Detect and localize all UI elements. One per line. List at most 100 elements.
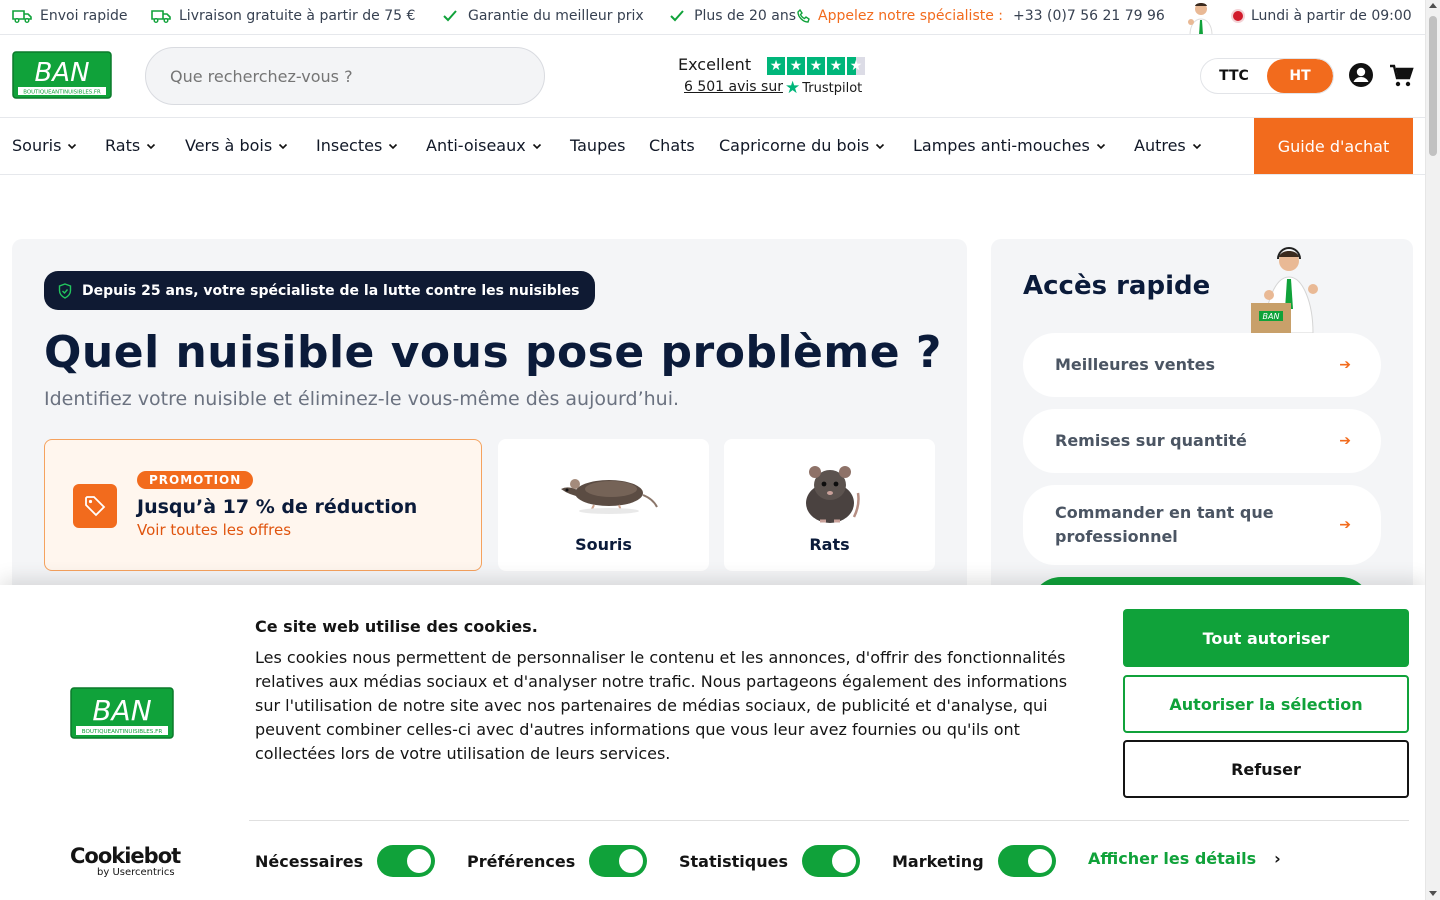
nav-item-label: Vers à bois <box>185 136 273 155</box>
check-icon <box>668 8 686 24</box>
price-toggle-ttc[interactable]: TTC <box>1201 59 1267 93</box>
nav-item-capricorne[interactable]: Capricorne du bois <box>719 136 885 155</box>
all-offers-link[interactable]: Voir toutes les offres <box>137 521 291 539</box>
quick-access-panel: Accès rapide BAN Meilleures ventes ➔ Rem… <box>991 239 1413 637</box>
mouse-image <box>560 479 658 514</box>
phone-icon <box>796 8 812 24</box>
topbar-label: Plus de 20 ans <box>694 8 796 24</box>
account-icon[interactable] <box>1348 62 1374 88</box>
nav-item-label: Anti-oiseaux <box>426 136 526 155</box>
arrow-right-icon: ➔ <box>1339 517 1351 533</box>
svg-text:BAN: BAN <box>1263 312 1280 321</box>
cookiebot-subtitle: by Usercentrics <box>97 867 175 878</box>
promotion-card[interactable]: PROMOTION Jusqu’à 17 % de réduction Voir… <box>44 439 482 571</box>
nav-item-label: Rats <box>105 136 141 155</box>
show-details-link[interactable]: Afficher les détails › <box>1088 849 1281 868</box>
quick-best-sellers[interactable]: Meilleures ventes ➔ <box>1023 333 1381 397</box>
trustpilot-stars: ★ ★ ★ ★ ★ <box>767 57 865 75</box>
nav-item-lampes[interactable]: Lampes anti-mouches <box>913 136 1106 155</box>
quick-order-professional[interactable]: Commander en tant que professionnel ➔ <box>1023 485 1381 565</box>
quick-button-label: Meilleures ventes <box>1055 355 1215 374</box>
scroll-up-icon[interactable] <box>1429 3 1437 8</box>
arrow-right-icon: ➔ <box>1339 433 1351 449</box>
consent-toggle-statistics[interactable] <box>801 845 860 877</box>
chevron-down-icon <box>279 143 288 149</box>
pest-card-souris[interactable]: Souris <box>498 439 709 571</box>
badge-text: Depuis 25 ans, votre spécialiste de la l… <box>82 282 580 299</box>
chevron-down-icon <box>1192 143 1201 149</box>
phone-number[interactable]: +33 (0)7 56 21 79 96 <box>1013 8 1165 24</box>
nav-item-anti-oiseaux[interactable]: Anti-oiseaux <box>426 136 542 155</box>
buying-guide-button[interactable]: Guide d'achat <box>1254 118 1413 174</box>
allow-selection-button[interactable]: Autoriser la sélection <box>1123 675 1409 733</box>
pest-name: Souris <box>575 535 632 554</box>
topbar-hours: Lundi à partir de 09:00 <box>1233 8 1412 24</box>
chevron-down-icon <box>68 143 77 149</box>
check-icon <box>440 8 460 24</box>
trustpilot-rating-label: Excellent <box>678 55 752 74</box>
hero-title: Quel nuisible vous pose problème ? <box>44 327 942 378</box>
consent-toggle-marketing[interactable] <box>997 845 1056 877</box>
hero-subtitle: Identifiez votre nuisible et éliminez-le… <box>44 388 680 410</box>
trustpilot-reviews-link[interactable]: 6 501 avis sur <box>684 79 783 95</box>
consent-marketing: Marketing <box>892 845 1056 877</box>
quick-access-title: Accès rapide <box>1023 271 1211 301</box>
quick-button-label: Remises sur quantité <box>1055 431 1247 450</box>
scrollbar-thumb[interactable] <box>1429 16 1437 156</box>
consent-label: Marketing <box>892 851 984 871</box>
nav-item-rats[interactable]: Rats <box>105 136 156 155</box>
site-header: BAN BOUTIQUEANTINUISIBLES.FR Excellent ★… <box>0 35 1425 118</box>
refuse-button[interactable]: Refuser <box>1123 740 1409 798</box>
cookie-title: Ce site web utilise des cookies. <box>255 617 538 636</box>
nav-item-vers-a-bois[interactable]: Vers à bois <box>185 136 288 155</box>
nav-item-label: Taupes <box>570 136 626 155</box>
specialist-avatar <box>1182 0 1220 34</box>
cookie-divider <box>249 820 1409 821</box>
nav-item-label: Chats <box>649 136 695 155</box>
allow-all-button[interactable]: Tout autoriser <box>1123 609 1409 667</box>
nav-item-insectes[interactable]: Insectes <box>316 136 398 155</box>
chevron-down-icon <box>876 143 885 149</box>
cookiebot-wordmark: Cookiebot <box>70 844 181 868</box>
topbar-label: Envoi rapide <box>40 8 128 24</box>
pest-card-rats[interactable]: Rats <box>724 439 935 571</box>
nav-item-label: Souris <box>12 136 62 155</box>
show-details-label: Afficher les détails <box>1088 849 1257 868</box>
consent-toggle-preferences[interactable] <box>589 845 648 877</box>
cookie-ban-logo: BAN BOUTIQUEANTINUISIBLES.FR <box>70 687 174 739</box>
chevron-down-icon <box>1096 143 1105 149</box>
scroll-down-icon[interactable] <box>1429 891 1437 896</box>
ban-logo[interactable]: BAN BOUTIQUEANTINUISIBLES.FR <box>12 51 112 99</box>
svg-text:BAN: BAN <box>34 58 89 88</box>
search-input[interactable] <box>145 47 545 105</box>
topbar-item-years: Plus de 20 ans <box>668 8 796 24</box>
svg-text:BAN: BAN <box>92 694 151 727</box>
price-toggle-ht[interactable]: HT <box>1267 59 1333 93</box>
page-scrollbar[interactable] <box>1425 0 1440 900</box>
svg-text:BOUTIQUEANTINUISIBLES.FR: BOUTIQUEANTINUISIBLES.FR <box>82 729 163 735</box>
chevron-right-icon: › <box>1274 849 1281 868</box>
star-icon: ★ <box>807 57 825 75</box>
top-info-bar: Envoi rapide Livraison gratuite à partir… <box>0 0 1425 35</box>
consent-toggle-necessary[interactable] <box>377 845 436 877</box>
cart-icon[interactable] <box>1388 63 1414 89</box>
quick-quantity-discounts[interactable]: Remises sur quantité ➔ <box>1023 409 1381 473</box>
nav-item-chats[interactable]: Chats <box>649 136 695 155</box>
chevron-down-icon <box>389 143 398 149</box>
topbar-item-fast-shipping: Envoi rapide <box>12 8 128 24</box>
consent-label: Préférences <box>467 851 576 871</box>
chevron-down-icon <box>532 143 541 149</box>
topbar-item-free-delivery: Livraison gratuite à partir de 75 € <box>151 8 415 24</box>
trustpilot-widget[interactable]: Excellent ★ ★ ★ ★ ★ 6 501 avis sur ★ Trus… <box>678 55 868 99</box>
svg-text:BOUTIQUEANTINUISIBLES.FR: BOUTIQUEANTINUISIBLES.FR <box>23 90 101 96</box>
specialist-label: Appelez notre spécialiste : <box>818 8 1004 24</box>
nav-item-souris[interactable]: Souris <box>12 136 77 155</box>
topbar-specialist[interactable]: Appelez notre spécialiste : +33 (0)7 56 … <box>796 8 1165 24</box>
consent-label: Nécessaires <box>255 851 364 871</box>
topbar-item-best-price: Garantie du meilleur prix <box>440 8 644 24</box>
nav-item-autres[interactable]: Autres <box>1134 136 1202 155</box>
nav-item-taupes[interactable]: Taupes <box>570 136 625 155</box>
nav-item-label: Autres <box>1134 136 1186 155</box>
price-toggle[interactable]: TTC HT <box>1200 58 1334 94</box>
rat-image <box>805 466 860 523</box>
